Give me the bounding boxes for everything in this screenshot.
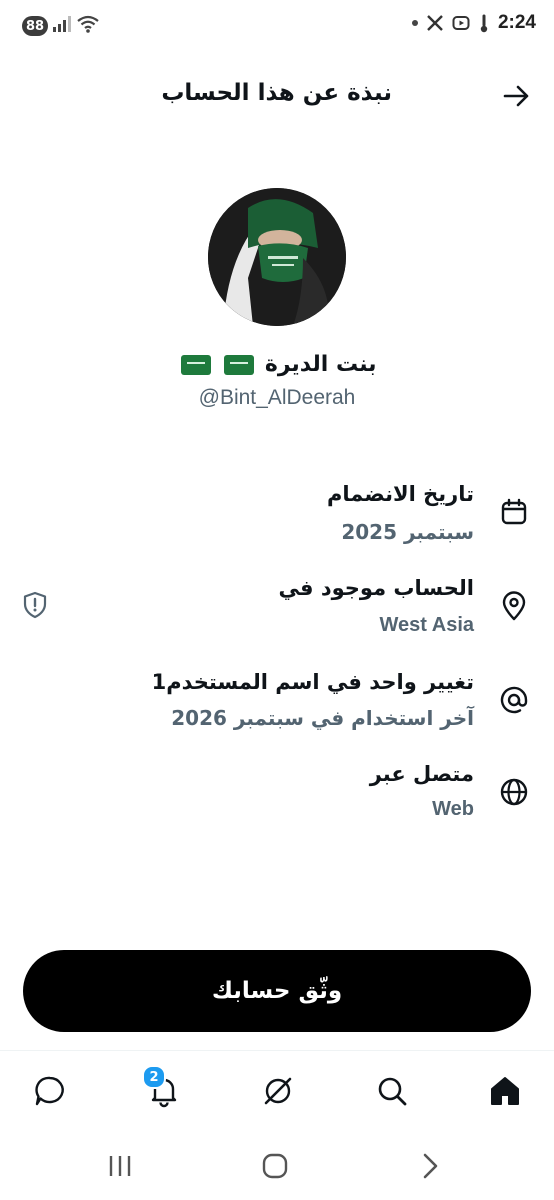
search-icon[interactable] bbox=[374, 1073, 410, 1109]
info-row-location: الحساب موجود في West Asia bbox=[0, 570, 554, 650]
info-row-connected: متصل عبر Web bbox=[0, 756, 554, 836]
home-icon[interactable] bbox=[487, 1073, 523, 1109]
messages-icon[interactable] bbox=[32, 1073, 68, 1109]
info-value: Web bbox=[432, 798, 474, 820]
verify-account-button[interactable]: وثّق حسابك bbox=[23, 950, 531, 1032]
grok-icon[interactable] bbox=[260, 1073, 296, 1109]
back-button-icon[interactable] bbox=[412, 1148, 448, 1184]
info-label: الحساب موجود في bbox=[278, 576, 474, 600]
calendar-icon bbox=[501, 498, 527, 525]
info-label: تاريخ الانضمام bbox=[327, 482, 474, 506]
signal-icon bbox=[53, 16, 71, 32]
globe-icon bbox=[500, 778, 528, 806]
clock: 2:24 bbox=[497, 12, 536, 33]
info-row-joined: تاريخ الانضمام سبتمبر 2025 bbox=[0, 474, 554, 554]
display-name: بنت الديرة bbox=[264, 352, 377, 377]
status-bar: 88 2:24 bbox=[0, 0, 554, 52]
home-button-icon[interactable] bbox=[257, 1148, 293, 1184]
info-value: West Asia bbox=[379, 614, 474, 636]
info-value: سبتمبر 2025 bbox=[341, 520, 474, 544]
notifications-tab[interactable]: 2 bbox=[142, 1065, 182, 1109]
screen: 88 2:24 نبذة عن هذا الحساب بنت الديرة @B… bbox=[0, 0, 554, 1200]
page-title: نبذة عن هذا الحساب bbox=[161, 80, 392, 106]
thermometer-icon bbox=[480, 14, 488, 33]
x-logo-icon bbox=[427, 15, 443, 31]
system-nav-bar bbox=[0, 1130, 554, 1200]
info-label: تغيير واحد في اسم المستخدم1 bbox=[151, 670, 474, 694]
wifi-icon bbox=[77, 15, 99, 33]
status-right: 2:24 bbox=[411, 12, 536, 34]
display-name-row: بنت الديرة bbox=[0, 352, 554, 377]
youtube-icon bbox=[452, 16, 470, 30]
arrow-right-icon[interactable] bbox=[500, 80, 532, 112]
location-pin-icon bbox=[502, 591, 526, 621]
info-label: متصل عبر bbox=[369, 762, 474, 786]
signal-icons bbox=[52, 14, 100, 34]
info-value: آخر استخدام في سبتمبر 2026 bbox=[171, 706, 474, 730]
avatar-image bbox=[208, 188, 346, 326]
avatar[interactable] bbox=[208, 188, 346, 326]
info-row-username: تغيير واحد في اسم المستخدم1 آخر استخدام … bbox=[0, 664, 554, 744]
bottom-nav: 2 bbox=[0, 1050, 554, 1131]
saudi-flag-icon bbox=[224, 355, 255, 375]
at-sign-icon bbox=[500, 686, 528, 714]
battery-indicator: 88 bbox=[22, 16, 48, 36]
notification-dot-icon bbox=[411, 20, 418, 26]
notification-badge: 2 bbox=[142, 1065, 166, 1089]
header: نبذة عن هذا الحساب bbox=[0, 72, 554, 120]
recent-apps-icon[interactable] bbox=[102, 1148, 138, 1184]
saudi-flag-icon bbox=[180, 355, 211, 375]
handle: @Bint_AlDeerah bbox=[198, 386, 356, 409]
shield-alert-icon[interactable] bbox=[20, 590, 50, 620]
